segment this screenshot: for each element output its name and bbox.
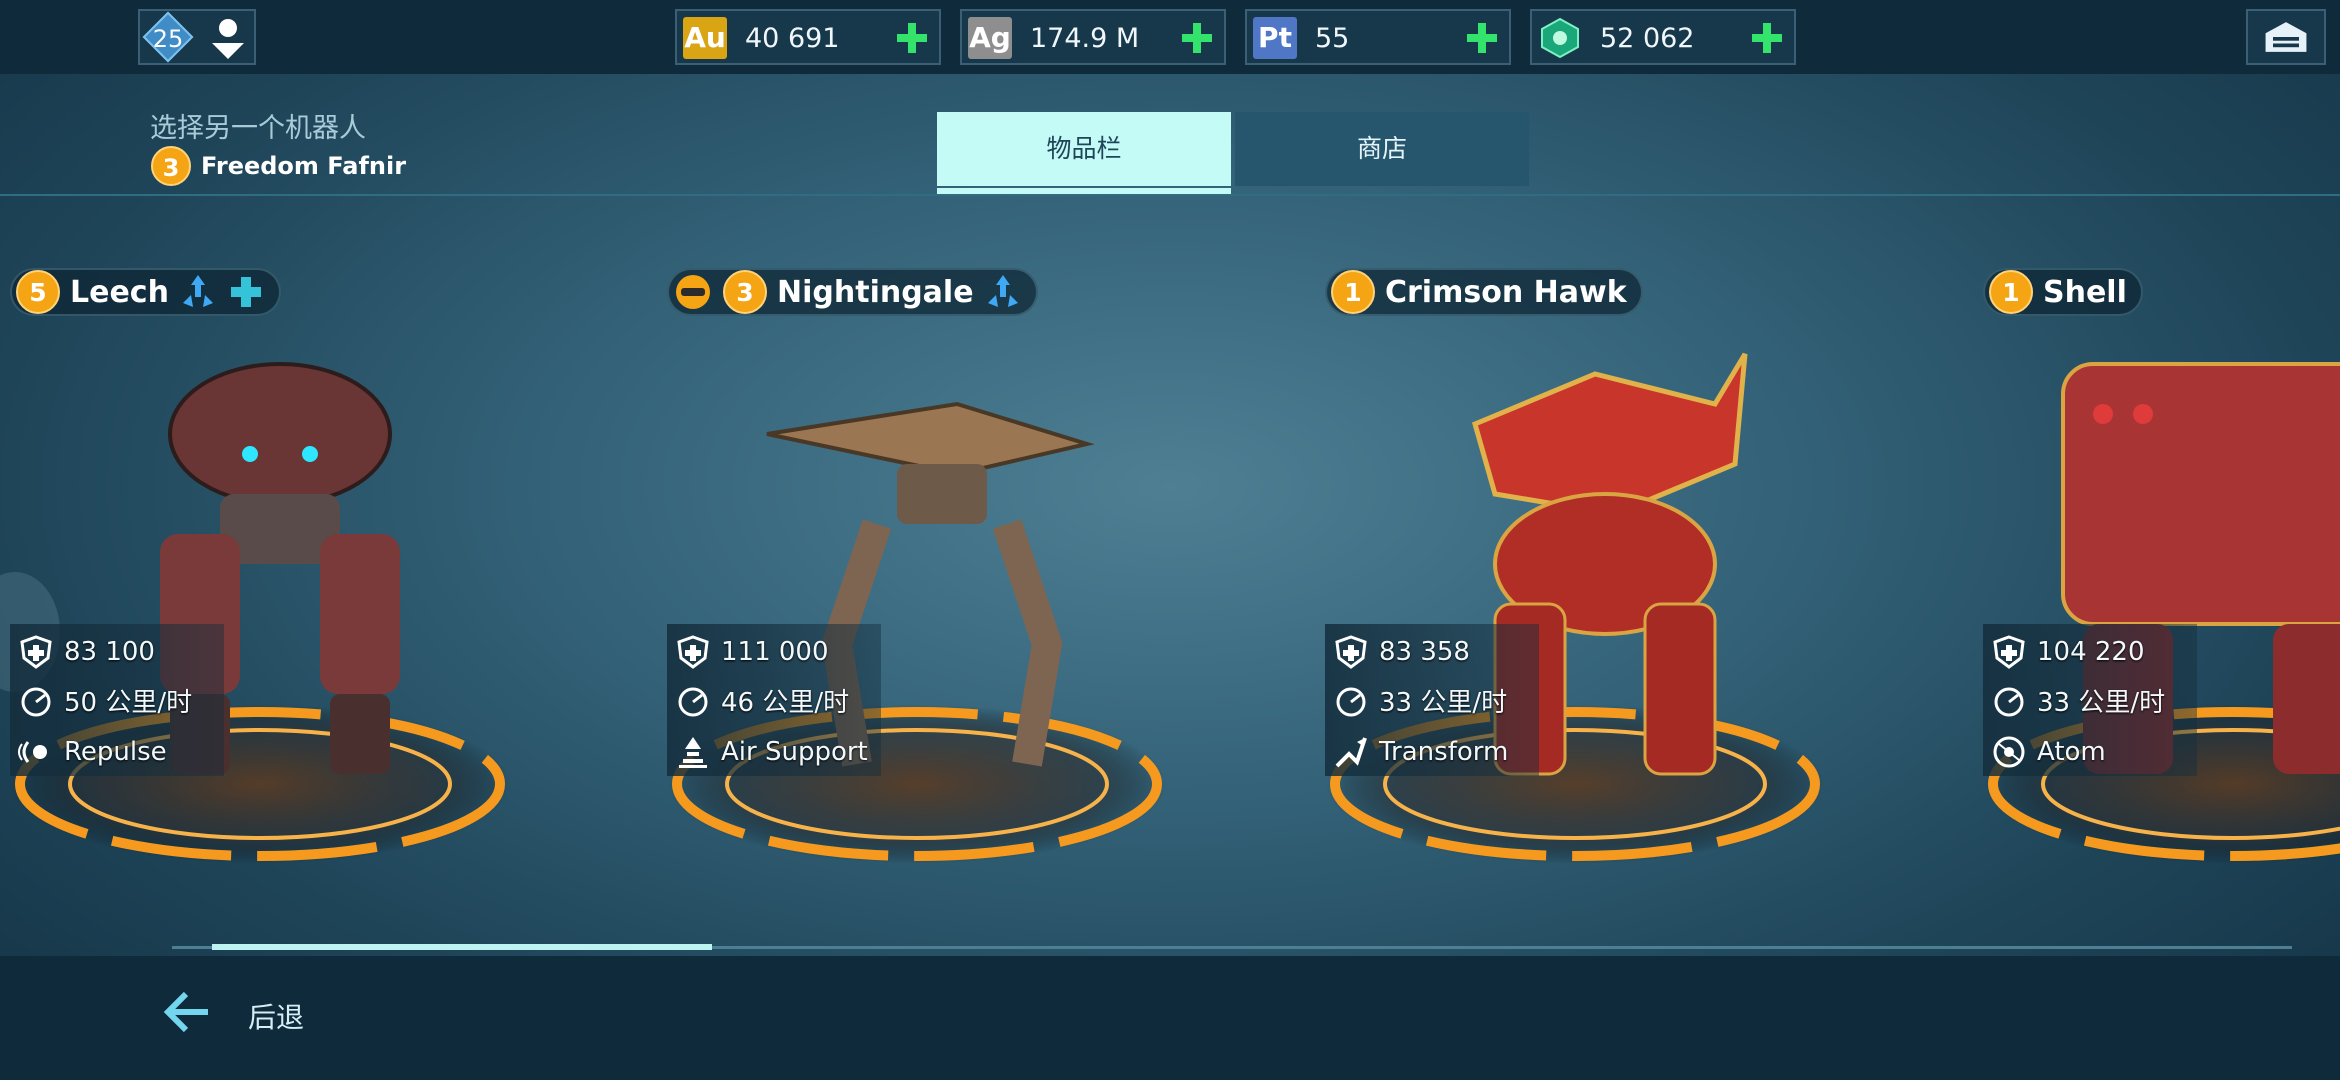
silver-value: 174.9 M xyxy=(1030,23,1140,54)
tab-inventory[interactable]: 物品栏 xyxy=(937,112,1231,186)
gold-icon: Au xyxy=(683,17,727,59)
ability-stat: Air Support xyxy=(675,730,868,774)
repulse-ability-icon xyxy=(18,741,47,763)
platinum-icon: Pt xyxy=(1253,17,1297,59)
back-button[interactable]: 后退 xyxy=(160,980,340,1046)
robot-stats: 111 000 46 公里/时 Air Support xyxy=(667,624,881,776)
robot-name-pill: 3 Nightingale xyxy=(667,268,1038,316)
air-support-ability-icon xyxy=(679,737,707,768)
durability-stat: 104 220 xyxy=(1991,630,2145,674)
ability-stat: Atom xyxy=(1991,730,2106,774)
bottom-bar xyxy=(0,956,2340,1080)
shield-icon xyxy=(677,635,709,669)
add-platinum-button[interactable] xyxy=(1465,21,1499,55)
currency-gold[interactable]: Au 40 691 xyxy=(675,9,941,65)
durability-stat: 83 100 xyxy=(18,630,155,674)
speedometer-icon xyxy=(1336,687,1366,717)
ability-name: Atom xyxy=(2037,737,2106,767)
speed-stat: 33 公里/时 xyxy=(1991,678,2165,722)
robot-tier: 1 xyxy=(1989,270,2033,314)
ability-name: Repulse xyxy=(64,737,167,767)
current-robot-tier: 3 xyxy=(151,146,191,186)
ability-stat: Transform xyxy=(1333,730,1508,774)
speed-stat: 50 公里/时 xyxy=(18,678,192,722)
hangar-icon xyxy=(2265,22,2307,52)
durability-value: 83 358 xyxy=(1379,637,1470,667)
robot-stats: 83 100 50 公里/时 Repulse xyxy=(10,624,224,776)
back-label: 后退 xyxy=(248,1001,305,1034)
arrow-left-icon xyxy=(163,991,208,1033)
tab-shop[interactable]: 商店 xyxy=(1235,112,1529,186)
shield-icon xyxy=(1993,635,2025,669)
durability-value: 83 100 xyxy=(64,637,155,667)
durability-stat: 111 000 xyxy=(675,630,829,674)
robot-name: Crimson Hawk xyxy=(1385,274,1627,310)
carousel-scroll-thumb[interactable] xyxy=(212,944,712,950)
top-bar: 25 Au 40 691 Ag 174.9 M Pt 55 52 062 xyxy=(0,0,2340,74)
add-key-button[interactable] xyxy=(1750,21,1784,55)
speed-value: 46 公里/时 xyxy=(721,687,850,718)
robot-name-pill: 1 Crimson Hawk xyxy=(1325,268,1643,316)
speed-stat: 46 公里/时 xyxy=(675,678,849,722)
speedometer-icon xyxy=(678,687,708,717)
robot-card-leech[interactable]: 5 Leech 83 100 50 公里/时 Repulse xyxy=(10,264,630,884)
robot-name-pill: 5 Leech xyxy=(10,268,281,316)
speed-value: 50 公里/时 xyxy=(64,687,193,718)
speed-value: 33 公里/时 xyxy=(1379,687,1508,718)
hangar-button[interactable] xyxy=(2246,9,2326,65)
speed-stat: 33 公里/时 xyxy=(1333,678,1507,722)
durability-stat: 83 358 xyxy=(1333,630,1470,674)
robot-stats: 83 358 33 公里/时 Transform xyxy=(1325,624,1539,776)
speed-value: 33 公里/时 xyxy=(2037,687,2166,718)
current-robot-name: Freedom Fafnir xyxy=(201,152,407,180)
repair-module-icon xyxy=(230,277,261,307)
platinum-value: 55 xyxy=(1315,23,1350,54)
gold-value: 40 691 xyxy=(745,23,840,54)
profile-icon xyxy=(212,19,244,59)
shield-icon xyxy=(1335,635,1367,669)
add-gold-button[interactable] xyxy=(895,21,929,55)
currency-platinum[interactable]: Pt 55 xyxy=(1245,9,1511,65)
robot-stats: 104 220 33 公里/时 Atom xyxy=(1983,624,2197,776)
player-level: 25 xyxy=(152,25,184,53)
silver-icon: Ag xyxy=(968,17,1012,59)
robot-name: Shell xyxy=(2043,274,2127,310)
ability-stat: Repulse xyxy=(18,730,167,774)
robot-tier: 3 xyxy=(723,270,767,314)
add-silver-button[interactable] xyxy=(1180,21,1214,55)
durability-value: 104 220 xyxy=(2037,637,2145,667)
player-profile-button[interactable]: 25 xyxy=(138,9,256,65)
key-value: 52 062 xyxy=(1600,23,1695,54)
robot-name: Nightingale xyxy=(777,274,974,310)
ability-name: Transform xyxy=(1379,737,1509,767)
robot-card-nightingale[interactable]: 3 Nightingale 111 000 46 公里/时 Air Suppor… xyxy=(667,264,1287,884)
robot-name: Leech xyxy=(70,274,169,310)
key-gem-icon xyxy=(1541,17,1579,59)
speedometer-icon xyxy=(21,687,51,717)
ability-name: Air Support xyxy=(721,737,868,767)
current-robot: 3 Freedom Fafnir xyxy=(151,146,406,186)
robot-tier: 5 xyxy=(16,270,60,314)
atom-ability-icon xyxy=(1993,736,2025,768)
durability-value: 111 000 xyxy=(721,637,829,667)
robot-card-shell[interactable]: 1 Shell 104 220 33 公里/时 Atom xyxy=(1983,264,2340,884)
currency-key[interactable]: 52 062 xyxy=(1530,9,1796,65)
speedometer-icon xyxy=(1994,687,2024,717)
pilot-icon xyxy=(676,275,710,309)
upgrade-module-icon xyxy=(987,275,1018,307)
robot-card-crimson-hawk[interactable]: 1 Crimson Hawk 83 358 33 公里/时 Transform xyxy=(1325,264,1945,884)
robot-tier: 1 xyxy=(1331,270,1375,314)
robot-name-pill: 1 Shell xyxy=(1983,268,2143,316)
header-divider xyxy=(0,194,2340,196)
currency-silver[interactable]: Ag 174.9 M xyxy=(960,9,1226,65)
shield-icon xyxy=(20,635,52,669)
select-robot-title: 选择另一个机器人 xyxy=(150,113,366,144)
upgrade-module-icon xyxy=(182,275,213,307)
transform-ability-icon xyxy=(1335,737,1367,768)
